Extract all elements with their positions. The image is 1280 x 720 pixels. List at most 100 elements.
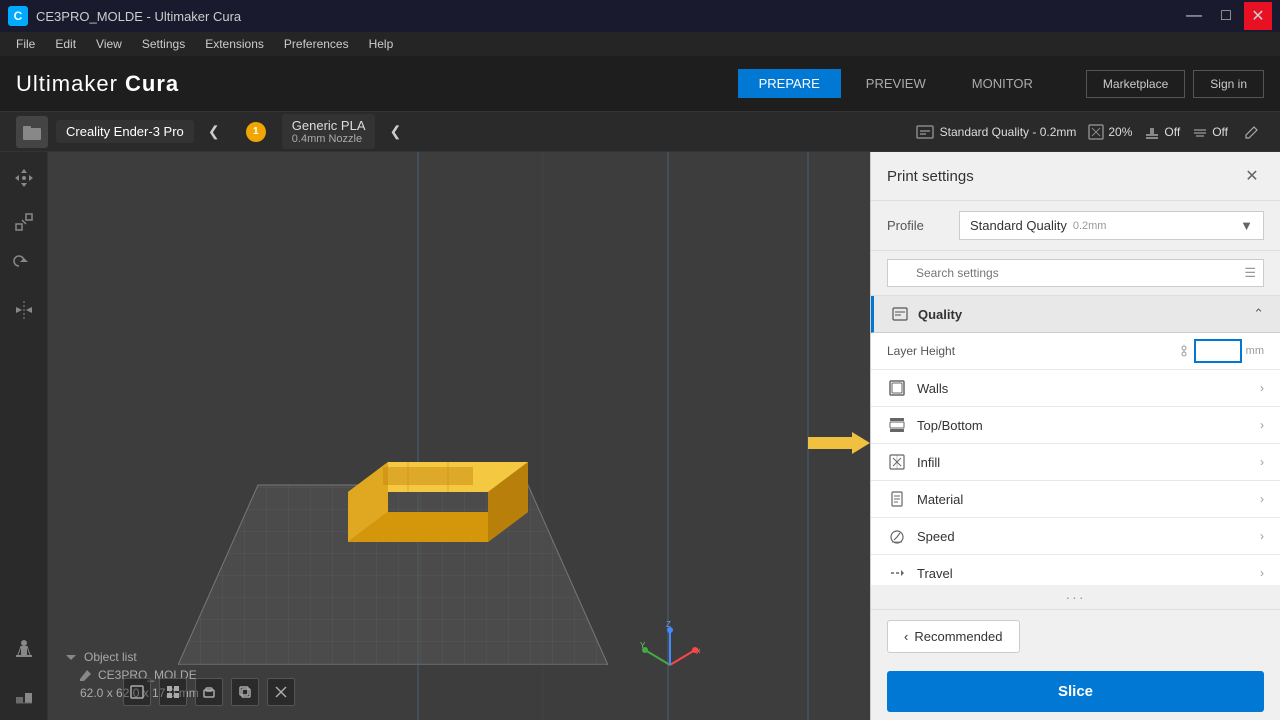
material-selector[interactable]: Generic PLA 0.4mm Nozzle xyxy=(282,114,376,149)
window-title: CE3PRO_MOLDE - Ultimaker Cura xyxy=(36,9,241,24)
material-nozzle: 0.4mm Nozzle xyxy=(292,133,366,145)
signin-button[interactable]: Sign in xyxy=(1193,70,1264,98)
expand-icon xyxy=(64,650,78,664)
title-bar: C CE3PRO_MOLDE - Ultimaker Cura — □ ✕ xyxy=(0,0,1280,32)
viewport[interactable]: X Y Z Object list CE3PRO_MOLDE 62.0 x 62… xyxy=(48,152,870,720)
object-list-item[interactable]: Object list xyxy=(64,650,199,664)
settings-item-travel[interactable]: Travel › xyxy=(871,555,1280,585)
profile-value: Standard Quality xyxy=(970,218,1067,233)
printer-nav-prev[interactable]: ❮ xyxy=(202,120,226,144)
material-chevron: › xyxy=(1260,492,1264,506)
printer-name: Creality Ender-3 Pro xyxy=(66,124,184,139)
travel-icon xyxy=(887,563,907,583)
panel-header: Print settings ✕ xyxy=(871,152,1280,201)
obj-btn-delete[interactable] xyxy=(267,678,295,706)
menu-help[interactable]: Help xyxy=(361,35,402,53)
settings-item-walls[interactable]: Walls › xyxy=(871,370,1280,407)
material-badge: 1 xyxy=(246,122,266,142)
marketplace-button[interactable]: Marketplace xyxy=(1086,70,1185,98)
layer-height-row: Layer Height 0.2 mm xyxy=(871,333,1280,370)
printer-folder-icon[interactable] xyxy=(16,116,48,148)
material-name: Generic PLA xyxy=(292,118,366,133)
menu-preferences[interactable]: Preferences xyxy=(276,35,357,53)
menu-extensions[interactable]: Extensions xyxy=(197,35,272,53)
menu-file[interactable]: File xyxy=(8,35,43,53)
recommended-chevron-icon: ‹ xyxy=(904,629,908,644)
header-actions: Marketplace Sign in xyxy=(1086,70,1264,98)
left-sidebar xyxy=(0,152,48,720)
tab-prepare[interactable]: PREPARE xyxy=(738,69,841,98)
settings-item-material[interactable]: Material › xyxy=(871,481,1280,518)
sidebar-mirror-icon[interactable] xyxy=(6,292,42,328)
infill-value: 20% xyxy=(1108,125,1132,139)
obj-btn-arrange[interactable] xyxy=(159,678,187,706)
speed-icon xyxy=(887,526,907,546)
adhesion-value: Off xyxy=(1212,125,1228,139)
sidebar-support-icon[interactable] xyxy=(6,632,42,668)
walls-chevron: › xyxy=(1260,381,1264,395)
walls-label: Walls xyxy=(917,381,1260,396)
search-input[interactable] xyxy=(887,259,1264,287)
topbottom-label: Top/Bottom xyxy=(917,418,1260,433)
object-list-label: Object list xyxy=(84,650,137,664)
settings-menu-icon[interactable]: ☰ xyxy=(1244,265,1256,281)
close-button[interactable]: ✕ xyxy=(1244,2,1272,30)
obj-btn-copy[interactable] xyxy=(231,678,259,706)
nav-tabs: PREPARE PREVIEW MONITOR xyxy=(738,69,1054,98)
panel-title: Print settings xyxy=(887,168,974,185)
obj-btn-group[interactable] xyxy=(195,678,223,706)
profile-label: Profile xyxy=(887,218,947,233)
menu-settings[interactable]: Settings xyxy=(134,35,193,53)
tab-preview[interactable]: PREVIEW xyxy=(845,69,947,98)
svg-text:X: X xyxy=(696,647,700,656)
svg-text:Z: Z xyxy=(666,620,671,629)
layer-height-label: Layer Height xyxy=(887,344,1174,358)
infill-settings-icon xyxy=(887,452,907,472)
layer-height-link-icon[interactable] xyxy=(1174,345,1194,357)
settings-list: Quality ⌃ Layer Height 0.2 mm Walls › xyxy=(871,296,1280,585)
panel-close-button[interactable]: ✕ xyxy=(1240,164,1264,188)
quality-section-header[interactable]: Quality ⌃ xyxy=(871,296,1280,333)
app-icon: C xyxy=(8,6,28,26)
infill-icon xyxy=(1088,124,1104,140)
sidebar-scale-icon[interactable] xyxy=(6,204,42,240)
edit-settings-icon[interactable] xyxy=(1240,120,1264,144)
settings-item-topbottom[interactable]: Top/Bottom › xyxy=(871,407,1280,444)
settings-item-infill[interactable]: Infill › xyxy=(871,444,1280,481)
menu-view[interactable]: View xyxy=(88,35,130,53)
svg-text:Y: Y xyxy=(640,641,646,650)
maximize-button[interactable]: □ xyxy=(1212,2,1240,30)
material-nav-prev[interactable]: ❮ xyxy=(383,120,407,144)
main-content: X Y Z Object list CE3PRO_MOLDE 62.0 x 62… xyxy=(0,152,1280,720)
model-3d xyxy=(328,402,548,585)
settings-item-speed[interactable]: Speed › xyxy=(871,518,1280,555)
travel-label: Travel xyxy=(917,566,1260,581)
print-settings-panel: Print settings ✕ Profile Standard Qualit… xyxy=(870,152,1280,720)
slice-button[interactable]: Slice xyxy=(887,671,1264,712)
layer-height-unit: mm xyxy=(1246,345,1264,357)
sidebar-move-icon[interactable] xyxy=(6,160,42,196)
topbottom-chevron: › xyxy=(1260,418,1264,432)
sidebar-rotate-icon[interactable] xyxy=(6,248,42,284)
quality-icon xyxy=(916,123,934,141)
dots-row: ··· xyxy=(871,585,1280,609)
speed-chevron: › xyxy=(1260,529,1264,543)
adhesion-icon xyxy=(1192,124,1208,140)
layer-height-input[interactable]: 0.2 xyxy=(1194,339,1242,363)
menu-edit[interactable]: Edit xyxy=(47,35,84,53)
material-label: Material xyxy=(917,492,1260,507)
profile-row: Profile Standard Quality 0.2mm ▼ xyxy=(871,201,1280,251)
brand-light: Ultimaker xyxy=(16,71,118,96)
profile-chevron-icon: ▼ xyxy=(1240,218,1253,233)
printer-selector[interactable]: Creality Ender-3 Pro xyxy=(56,120,194,143)
support-value: Off xyxy=(1164,125,1180,139)
sidebar-permodel-icon[interactable] xyxy=(6,676,42,712)
recommended-button[interactable]: ‹ Recommended xyxy=(887,620,1020,653)
brand-logo: Ultimaker Cura xyxy=(16,71,179,97)
obj-btn-select[interactable] xyxy=(123,678,151,706)
quality-label: Standard Quality - 0.2mm xyxy=(940,125,1077,139)
tab-monitor[interactable]: MONITOR xyxy=(951,69,1054,98)
profile-subvalue: 0.2mm xyxy=(1073,220,1107,232)
minimize-button[interactable]: — xyxy=(1180,2,1208,30)
profile-select[interactable]: Standard Quality 0.2mm ▼ xyxy=(959,211,1264,240)
